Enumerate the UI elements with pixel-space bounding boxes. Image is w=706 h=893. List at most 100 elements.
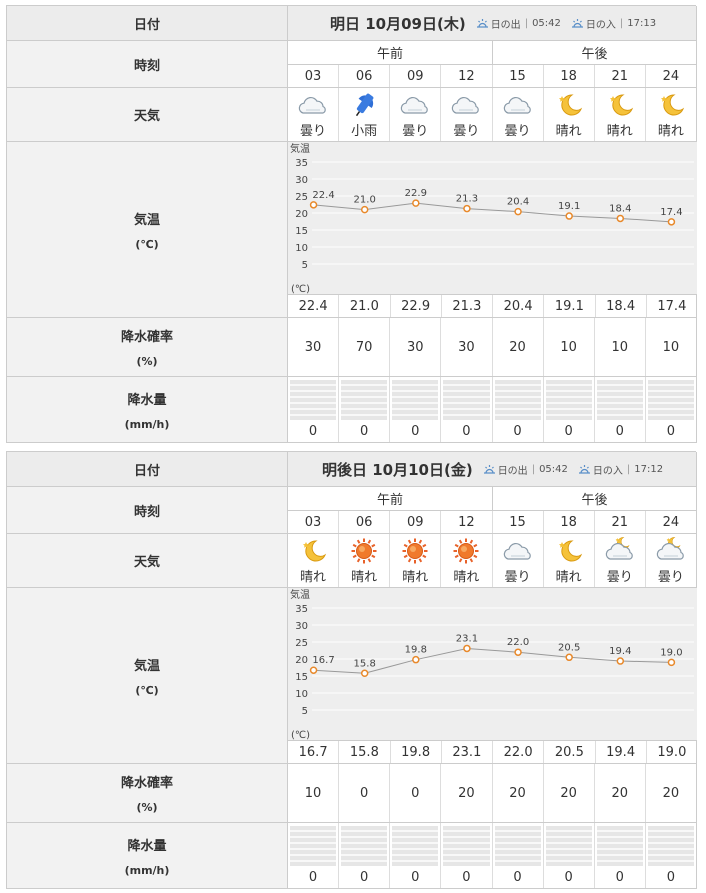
temperature-point	[514, 207, 522, 216]
sun-icon	[402, 538, 428, 563]
temperature-data-label: 16.7	[312, 655, 334, 666]
sunrise-label: 日の出	[490, 19, 521, 31]
umbrella-icon	[356, 93, 374, 116]
temperature-value: 19.1	[543, 295, 594, 317]
precip-prob-cells: 30 70 30 30 20 10 10 10	[288, 318, 696, 376]
temperature-point	[616, 657, 625, 665]
precip-prob-value: 30	[389, 318, 440, 376]
precip-amount-bar	[290, 826, 337, 866]
precip-prob-unit: (%)	[136, 801, 158, 814]
hour-cell: 24	[644, 511, 696, 533]
weather-cells: 曇り 小雨 曇り 曇り 曇り 晴れ 晴れ 晴れ	[288, 88, 696, 141]
precip-amount-cell: 0	[338, 823, 389, 888]
hour-cells: 03 06 09 12 15 18 21 24	[288, 65, 696, 87]
temperature-value: 23.1	[440, 741, 492, 763]
hour-cell: 06	[338, 511, 389, 533]
am-label: 午前	[376, 493, 403, 508]
hour-cell: 21	[593, 511, 645, 533]
temperature-data-label: 19.8	[405, 645, 427, 656]
weather-cell: 晴れ	[389, 534, 440, 587]
sunset-time: 17:13	[627, 17, 657, 29]
hour-cell: 03	[304, 514, 322, 530]
precip-amount-bar	[596, 380, 643, 420]
temperature-value: 16.7	[298, 744, 328, 760]
precip-amount-label-text: 降水量	[127, 392, 167, 408]
precip-prob-label: 降水確率 (%)	[7, 764, 288, 823]
pm-label: 午後	[492, 487, 696, 510]
precip-prob-value: 20	[440, 764, 491, 822]
temperature-chart: 5 10 15 20 25 30 35 気温 (℃) 16.7 15.8 19.8 23.1 22.0 20…	[288, 588, 697, 741]
precip-amount-bar	[443, 826, 490, 866]
temperature-point	[565, 212, 573, 220]
precip-amount-bar	[392, 826, 439, 866]
precip-amount-value: 0	[666, 869, 676, 885]
precip-amount-bar	[443, 380, 490, 420]
weather-text: 小雨	[351, 123, 378, 139]
precip-amount-cell: 0	[593, 823, 645, 888]
hour-cell: 15	[491, 511, 543, 533]
precip-amount-value: 0	[666, 423, 676, 439]
weather-text: 晴れ	[453, 569, 480, 585]
weather-text: 曇り	[606, 569, 633, 585]
y-tick-label: 5	[302, 260, 308, 271]
temperature-data-label: 22.9	[405, 188, 427, 199]
precip-amount-cell: 0	[288, 823, 338, 888]
hour-cell: 21	[593, 65, 645, 87]
temperature-point	[463, 204, 471, 213]
precip-amount-cell: 0	[440, 823, 491, 888]
y-tick-label: 30	[295, 175, 308, 186]
temperature-value: 17.4	[645, 295, 697, 317]
precip-prob-value: 20	[542, 764, 594, 822]
moon-icon	[303, 539, 327, 561]
precip-amount-bar	[596, 826, 643, 866]
precip-amount-cell: 0	[644, 377, 696, 442]
sun-icon	[351, 538, 377, 563]
precip-amount-row: 降水量 (mm/h) 0 0 0 0 0 0 0 0	[6, 823, 697, 889]
precip-amount-value: 0	[360, 423, 369, 439]
weather-cell: 曇り	[491, 534, 543, 587]
weather-text: 晴れ	[606, 123, 633, 139]
hour-cell: 06	[338, 65, 389, 87]
weather-cell: 小雨	[338, 88, 389, 141]
weather-text: 曇り	[504, 123, 531, 139]
precip-amount-bar	[545, 380, 592, 420]
y-tick-label: 35	[295, 158, 308, 169]
temperature-row: 気温 (℃) 5 10 15 20 25 30 35 気温 (℃) 16.7 15.8 19.8 23.…	[6, 588, 697, 764]
hour-cell: 03	[304, 68, 322, 84]
y-tick-label: 30	[295, 621, 308, 632]
cloudy-night-icon	[605, 536, 633, 560]
time-row: 時刻 午前 午後	[6, 41, 697, 88]
date-heading: 明日 10月09日(木)	[330, 14, 466, 33]
sunrise-label: 日の出	[497, 465, 528, 477]
precip-amount-cell: 0	[644, 823, 696, 888]
date-heading: 明後日 10月10日(金)	[322, 460, 473, 479]
precip-prob-value: 0	[338, 764, 389, 822]
sunrise-icon	[483, 465, 495, 474]
temperature-point	[667, 658, 676, 667]
precip-amount-value: 0	[308, 869, 318, 885]
temperature-data-label: 23.1	[456, 633, 478, 644]
precip-prob-value: 10	[644, 318, 696, 376]
precip-amount-value: 0	[564, 423, 573, 439]
temperature-chart-svg: 5 10 15 20 25 30 35 気温 (℃) 22.4 21.0 22.9 21.3 20.4 19…	[290, 142, 694, 295]
precip-amount-value: 0	[513, 423, 522, 439]
weather-cell: 晴れ	[542, 88, 594, 141]
precip-prob-cells: 10 0 0 20 20 20 20 20	[288, 764, 696, 822]
precip-amount-cell: 0	[338, 377, 389, 442]
precip-prob-value: 30	[440, 318, 491, 376]
precip-prob-value: 20	[644, 764, 696, 822]
sunrise-icon	[476, 19, 488, 28]
precip-amount-cell: 0	[491, 377, 543, 442]
date-row: 日付 明日 10月09日(木) 日の出 | 05:42 日の入 | 17:13	[6, 5, 697, 41]
precip-prob-value: 10	[304, 785, 322, 801]
temperature-cells: 22.4 21.0 22.9 21.3 20.4 19.1 18.4 17.4	[288, 295, 697, 317]
y-tick-label: 20	[295, 655, 308, 666]
sun-icon	[453, 538, 479, 563]
sunset-time: 17:12	[634, 463, 664, 475]
weather-cell: 曇り	[288, 88, 338, 141]
y-tick-label: 15	[295, 226, 308, 237]
hours-row: 03 06 09 12 15 18 21 24	[6, 64, 697, 88]
weather-text: 曇り	[453, 123, 480, 139]
temperature-value: 20.5	[543, 741, 594, 763]
precip-amount-value: 0	[462, 869, 471, 885]
